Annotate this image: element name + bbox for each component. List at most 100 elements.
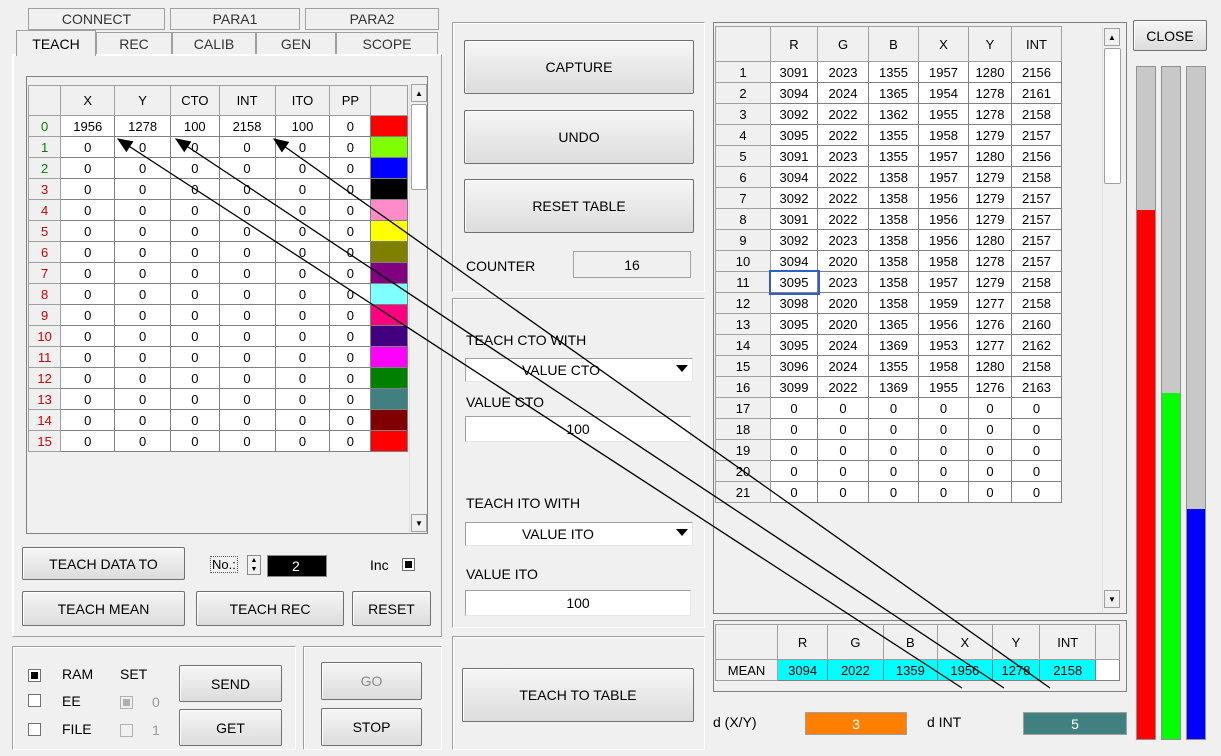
teach-cell[interactable]: 0 <box>274 136 331 158</box>
teach-cell[interactable]: 0 <box>274 409 331 431</box>
teach-cell[interactable]: 100 <box>274 115 331 137</box>
data-cell[interactable]: 0 <box>817 397 869 419</box>
teach-cell[interactable]: 0 <box>329 262 372 284</box>
data-cell[interactable]: 2024 <box>817 82 869 104</box>
data-cell[interactable]: 1358 <box>868 271 919 293</box>
teach-table-row[interactable]: 10 0 0 0 0 0 0 <box>27 325 408 347</box>
data-cell[interactable]: 3091 <box>770 208 818 230</box>
teach-cell[interactable]: 0 <box>274 262 331 284</box>
data-cell[interactable]: 0 <box>1011 481 1062 503</box>
inc-checkbox[interactable] <box>402 558 415 571</box>
data-cell[interactable]: 2160 <box>1011 313 1062 335</box>
teach-cell[interactable]: 0 <box>329 220 372 242</box>
data-table-row[interactable]: 17 0 0 0 0 0 0 <box>715 397 1103 419</box>
teach-cell[interactable]: 0 <box>170 367 220 389</box>
go-button[interactable]: GO <box>321 662 422 700</box>
teach-cell[interactable]: 0 <box>114 325 172 347</box>
teach-table-row[interactable]: 2000000 <box>27 157 408 179</box>
teach-cell[interactable]: 0 <box>274 325 331 347</box>
teach-cell[interactable]: 0 <box>274 430 331 452</box>
teach-cell[interactable]: 0 <box>60 199 116 221</box>
data-cell[interactable]: 1280 <box>968 355 1012 377</box>
data-cell[interactable]: 3096 <box>770 355 818 377</box>
data-cell[interactable]: 2158 <box>1011 103 1062 125</box>
data-cell[interactable]: 1369 <box>868 334 919 356</box>
teach-cell[interactable]: 0 <box>329 304 372 326</box>
data-table-row[interactable]: 15 3096 2024 1355 1958 1280 2158 <box>715 355 1103 377</box>
data-cell[interactable]: 3094 <box>770 166 818 188</box>
teach-to-table-button[interactable]: TEACH TO TABLE <box>462 668 694 722</box>
data-cell[interactable]: 0 <box>918 460 969 482</box>
data-table-row[interactable]: 14 3095 2024 1369 1953 1277 2162 <box>715 334 1103 356</box>
data-table-row[interactable]: 19 0 0 0 0 0 0 <box>715 439 1103 461</box>
data-cell[interactable]: 2157 <box>1011 124 1062 146</box>
data-cell[interactable]: 1365 <box>868 313 919 335</box>
data-cell[interactable]: 1278 <box>968 82 1012 104</box>
teach-cell[interactable]: 0 <box>218 325 276 347</box>
data-cell[interactable]: 1358 <box>868 229 919 251</box>
teach-table-row[interactable]: 15 0 0 0 0 0 0 <box>27 430 408 452</box>
teach-cell[interactable]: 0 <box>274 199 331 221</box>
data-cell[interactable]: 2158 <box>1011 355 1062 377</box>
data-cell[interactable]: 1959 <box>918 292 969 314</box>
value-ito-field[interactable]: 100 <box>465 590 691 616</box>
data-cell[interactable]: 2157 <box>1011 250 1062 272</box>
data-cell[interactable]: 0 <box>1011 439 1062 461</box>
teach-cell[interactable]: 1956 <box>60 115 116 137</box>
dropdown-arrow-icon[interactable] <box>676 529 688 536</box>
data-cell[interactable]: 0 <box>968 397 1012 419</box>
data-cell[interactable]: 1278 <box>968 103 1012 125</box>
data-table-row[interactable]: 2 3094 2024 1365 1954 1278 2161 <box>715 82 1103 104</box>
scroll-thumb[interactable] <box>411 104 427 190</box>
tab-para1[interactable]: PARA1 <box>170 8 300 30</box>
data-cell[interactable]: 3095 <box>770 124 818 146</box>
teach-table-scrollbar[interactable]: ▲ ▼ <box>409 84 427 532</box>
undo-button[interactable]: UNDO <box>464 110 694 164</box>
teach-cell[interactable]: 0 <box>114 178 172 200</box>
teach-cell[interactable]: 0 <box>114 409 172 431</box>
data-cell[interactable]: 1280 <box>968 61 1012 83</box>
teach-cell[interactable]: 0 <box>60 409 116 431</box>
teach-table-row[interactable]: 8000000 <box>27 283 408 305</box>
data-table-row[interactable]: 5 3091 2023 1355 1957 1280 2156 <box>715 145 1103 167</box>
teach-cell[interactable]: 0 <box>218 157 276 179</box>
data-cell[interactable]: 1954 <box>918 82 969 104</box>
data-cell[interactable]: 1955 <box>918 103 969 125</box>
teach-cell[interactable]: 0 <box>170 178 220 200</box>
data-table-row[interactable]: 10 3094 2020 1358 1958 1278 2157 <box>715 250 1103 272</box>
data-cell[interactable]: 1956 <box>918 208 969 230</box>
data-table-row[interactable]: 13 3095 2020 1365 1956 1276 2160 <box>715 313 1103 335</box>
teach-cell[interactable]: 0 <box>218 262 276 284</box>
teach-table-row[interactable]: 13 0 0 0 0 0 0 <box>27 388 408 410</box>
teach-cell[interactable]: 0 <box>114 136 172 158</box>
teach-cell[interactable]: 0 <box>218 346 276 368</box>
data-cell[interactable]: 2158 <box>1011 292 1062 314</box>
data-cell[interactable]: 1355 <box>868 124 919 146</box>
data-cell[interactable]: 0 <box>968 460 1012 482</box>
teach-cell[interactable]: 0 <box>329 430 372 452</box>
teach-cell[interactable]: 0 <box>114 367 172 389</box>
teach-cell[interactable]: 0 <box>114 241 172 263</box>
data-cell[interactable]: 1278 <box>968 250 1012 272</box>
data-cell[interactable]: 0 <box>968 418 1012 440</box>
data-cell[interactable]: 0 <box>770 460 818 482</box>
teach-cell[interactable]: 2158 <box>218 115 276 137</box>
teach-cell[interactable]: 0 <box>274 388 331 410</box>
data-cell[interactable]: 2023 <box>817 271 869 293</box>
data-table-row[interactable]: 7 3092 2022 1358 1956 1279 2157 <box>715 187 1103 209</box>
teach-cell[interactable]: 0 <box>60 178 116 200</box>
data-cell[interactable]: 1279 <box>968 271 1012 293</box>
data-cell[interactable]: 2156 <box>1011 145 1062 167</box>
data-cell[interactable]: 1369 <box>868 376 919 398</box>
data-cell[interactable]: 2163 <box>1011 376 1062 398</box>
data-cell[interactable]: 2022 <box>817 103 869 125</box>
data-cell[interactable]: 1276 <box>968 313 1012 335</box>
data-cell[interactable]: 2020 <box>817 292 869 314</box>
teach-table-row[interactable]: 6000000 <box>27 241 408 263</box>
teach-cell[interactable]: 0 <box>329 346 372 368</box>
teach-cell[interactable]: 0 <box>218 409 276 431</box>
teach-cell[interactable]: 0 <box>218 367 276 389</box>
scroll-up-icon[interactable]: ▲ <box>1104 28 1120 46</box>
teach-cell[interactable]: 0 <box>218 388 276 410</box>
data-cell[interactable]: 1355 <box>868 355 919 377</box>
